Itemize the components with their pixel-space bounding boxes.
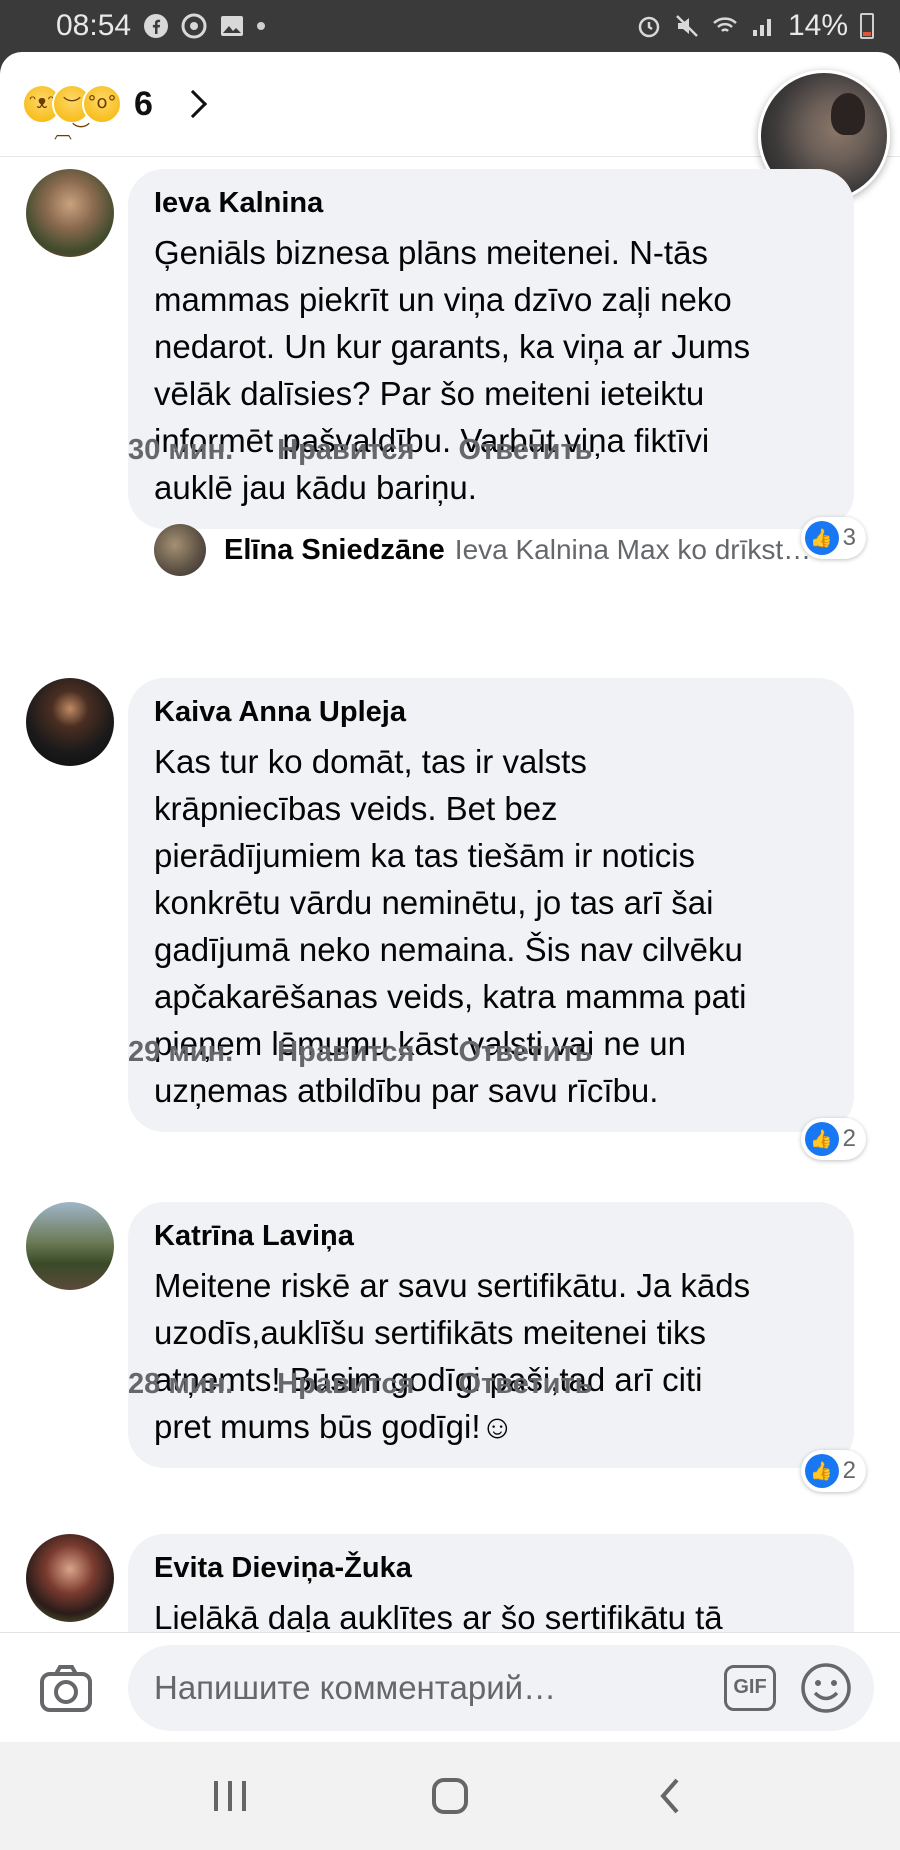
status-time: 08:54	[56, 9, 132, 42]
like-button[interactable]: Нравится	[277, 1036, 414, 1069]
comment-author[interactable]: Katrīna Laviņa	[154, 1218, 828, 1254]
alarm-icon	[636, 13, 662, 39]
like-count-badge[interactable]: 👍 2	[800, 1450, 866, 1492]
comment-time: 28 мин.	[128, 1368, 234, 1400]
facebook-icon	[143, 13, 169, 39]
comment-bubble: Ieva Kalnina Ģeniāls biznesa plāns meite…	[128, 169, 854, 529]
like-button[interactable]: Нравится	[277, 1368, 414, 1401]
comment-author[interactable]: Evita Dieviņa-Žuka	[154, 1550, 828, 1586]
comment-input[interactable]: Напишите комментарий… GIF	[128, 1644, 874, 1731]
battery-percent: 14%	[787, 9, 848, 42]
avatar[interactable]	[26, 1534, 114, 1622]
camera-icon[interactable]	[38, 1660, 94, 1716]
status-bar: 08:54 14%	[0, 0, 900, 52]
reply-preview[interactable]: Elīna Sniedzāne Ieva Kalnina Max ko drīk…	[154, 524, 874, 576]
recent-apps-icon[interactable]	[200, 1766, 260, 1826]
like-count: 3	[842, 524, 856, 551]
comments-sheet: ᵔᴥᵔ ︶︹︶ °o° 6 Ieva Kalnina Ģeniāls bizne…	[0, 52, 900, 1742]
gif-icon[interactable]: GIF	[724, 1664, 776, 1711]
chevron-right-icon[interactable]	[178, 89, 208, 119]
comment-actions: 28 мин. Нравится Ответить	[128, 1368, 593, 1401]
avatar[interactable]	[26, 678, 114, 766]
comment-actions: 29 мин. Нравится Ответить	[128, 1036, 593, 1069]
gallery-icon	[219, 13, 245, 39]
reply-button[interactable]: Ответить	[458, 1036, 592, 1069]
home-icon[interactable]	[420, 1766, 480, 1826]
like-count: 2	[842, 1125, 856, 1152]
comment-input-placeholder[interactable]: Напишите комментарий…	[154, 1669, 724, 1707]
avatar[interactable]	[26, 169, 114, 257]
notification-dot-icon	[257, 22, 266, 30]
comment-text: Ģeniāls biznesa plāns meitenei. N-tās ma…	[154, 234, 751, 506]
wow-reaction-icon: °o°	[82, 84, 122, 124]
comment-time: 30 мин.	[128, 434, 234, 466]
avatar[interactable]	[26, 1202, 114, 1290]
smiley-icon[interactable]	[800, 1662, 852, 1714]
comment-time: 29 мин.	[128, 1036, 234, 1068]
back-icon[interactable]	[640, 1766, 700, 1826]
thumbs-up-icon: 👍	[804, 1122, 839, 1156]
comment-actions: 30 мин. Нравится Ответить	[128, 434, 593, 467]
like-button[interactable]: Нравится	[277, 434, 414, 467]
reply-author: Elīna Sniedzāne	[224, 533, 445, 566]
avatar	[154, 524, 206, 576]
reply-button[interactable]: Ответить	[458, 1368, 592, 1401]
signal-icon	[750, 13, 776, 39]
comment-author[interactable]: Kaiva Anna Upleja	[154, 694, 828, 730]
messenger-icon	[181, 13, 207, 39]
like-count-badge[interactable]: 👍 2	[800, 1118, 866, 1160]
like-count-badge[interactable]: 👍 3	[800, 517, 866, 559]
comment-composer: Напишите комментарий… GIF	[0, 1632, 900, 1742]
thumbs-up-icon: 👍	[804, 1454, 839, 1488]
wifi-icon	[712, 13, 738, 39]
comment-bubble: Katrīna Laviņa Meitene riskē ar savu ser…	[128, 1202, 854, 1468]
reply-button[interactable]: Ответить	[458, 434, 592, 467]
battery-icon	[860, 13, 874, 39]
thumbs-up-icon: 👍	[804, 521, 839, 555]
reaction-count: 6	[134, 84, 153, 123]
comment-author[interactable]: Ieva Kalnina	[154, 185, 828, 221]
like-count: 2	[842, 1457, 856, 1484]
reply-text: Ieva Kalnina Max ko drīkst…	[454, 534, 812, 565]
comment-text: Meitene riskē ar savu sertifikātu. Ja kā…	[154, 1267, 751, 1445]
mute-icon	[674, 13, 700, 39]
android-navigation-bar	[0, 1742, 900, 1850]
